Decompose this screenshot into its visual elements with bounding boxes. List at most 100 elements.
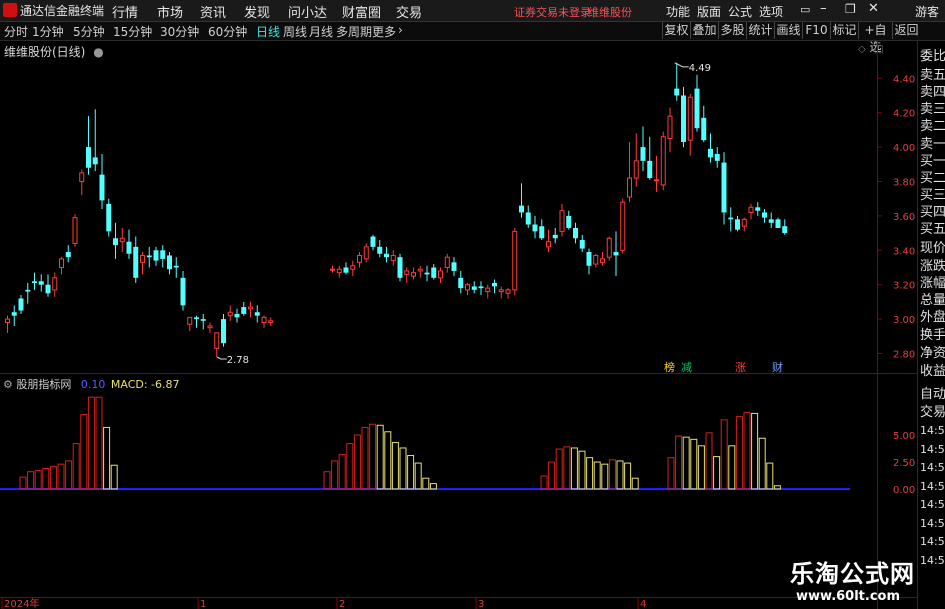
indicator-bar xyxy=(42,467,50,490)
candle-body xyxy=(173,265,179,268)
candle-body xyxy=(126,241,132,254)
kline-chart[interactable]: 4.40 4.20 4.00 3.80 3.60 3.40 3.20 3.00 2.80 5.00… xyxy=(0,0,945,609)
indicator-bar xyxy=(682,436,690,490)
quote-label: 买五 xyxy=(920,222,945,237)
price-tick-label: 4.00 xyxy=(893,143,915,154)
candle-body xyxy=(505,289,511,294)
candle-body xyxy=(194,317,199,320)
indicator-bar xyxy=(773,485,781,490)
candle-body xyxy=(667,115,673,139)
candle-body xyxy=(153,250,159,261)
indicator-bar xyxy=(697,445,705,490)
candle-body xyxy=(133,246,139,278)
indicator-bar xyxy=(720,419,728,490)
candle-body xyxy=(525,212,531,225)
indicator-bar xyxy=(346,443,354,490)
candle-body xyxy=(370,236,376,247)
candle-body xyxy=(532,224,538,232)
price-tick-label: 3.40 xyxy=(893,246,915,257)
candle-body xyxy=(18,298,24,311)
candle-body xyxy=(86,147,91,168)
indicator-bar xyxy=(667,457,675,490)
indicator-bar xyxy=(735,416,743,490)
candle-body xyxy=(234,313,240,318)
timeline-axis: 2024年 1 2 3 4 xyxy=(1,597,646,609)
indicator-bar xyxy=(369,423,377,490)
indicator-tick-label: 0.00 xyxy=(893,485,915,496)
indicator-settings-icon[interactable]: ⚙ xyxy=(3,378,13,391)
quote-label: 净资 xyxy=(920,346,945,361)
timeline-label: 2024年 xyxy=(4,597,39,609)
candle-body xyxy=(573,227,578,239)
timeline-label: 1 xyxy=(200,599,206,609)
indicator-bar xyxy=(624,462,632,490)
tag-finance[interactable]: 财 xyxy=(772,359,783,375)
candle-body xyxy=(438,270,443,279)
trade-label[interactable]: 自动 xyxy=(920,383,945,402)
candle-body xyxy=(613,252,619,256)
candle-body xyxy=(714,153,720,161)
candle-body xyxy=(11,312,17,316)
price-tick-label: 3.80 xyxy=(893,178,915,189)
quote-label: 现价 xyxy=(920,241,945,256)
indicator-name[interactable]: 股朋指标网 xyxy=(16,378,71,391)
candle-body xyxy=(552,234,558,239)
trade-time: 14:56 xyxy=(920,424,945,437)
candle-body xyxy=(248,306,253,310)
candle-body xyxy=(478,286,484,289)
candle-body xyxy=(241,307,247,314)
indicator-tick-label: 2.50 xyxy=(893,458,915,469)
indicator-bar xyxy=(34,470,42,490)
indicator-bar xyxy=(57,463,65,490)
candle-body xyxy=(207,325,213,329)
indicator-bar xyxy=(728,445,736,490)
candles-group xyxy=(5,62,788,357)
candle-body xyxy=(5,318,10,324)
candle-body xyxy=(254,312,260,316)
tag-reduce[interactable]: 减 xyxy=(681,359,692,375)
indicator-bar xyxy=(601,463,609,490)
candle-body xyxy=(620,201,626,251)
candle-body xyxy=(268,320,274,324)
candle-body xyxy=(660,136,666,186)
indicator-bar xyxy=(555,448,563,490)
indicator-bar xyxy=(548,461,556,490)
candle-body xyxy=(167,255,172,270)
indicator-bar xyxy=(713,456,721,490)
candle-body xyxy=(755,207,761,211)
candle-body xyxy=(79,172,85,182)
indicator-bar xyxy=(586,457,594,490)
candle-body xyxy=(687,96,693,141)
candle-body xyxy=(741,218,747,227)
candle-body xyxy=(458,277,464,289)
candle-body xyxy=(343,267,349,273)
indicator-bar xyxy=(766,462,774,490)
candle-body xyxy=(119,237,125,243)
trade-time: 14:56 xyxy=(920,461,945,474)
candle-body xyxy=(38,281,44,285)
candle-body xyxy=(221,319,226,344)
trade-label[interactable]: 交易 xyxy=(920,401,945,420)
candle-body xyxy=(762,212,767,218)
indicator-bar xyxy=(391,442,399,490)
candle-body xyxy=(261,316,267,324)
indicator-bar xyxy=(49,465,57,490)
price-tick-label: 2.80 xyxy=(893,350,915,361)
candle-body xyxy=(539,226,545,239)
candle-body xyxy=(701,117,707,141)
candle-body xyxy=(200,319,206,321)
price-tick-label: 4.40 xyxy=(893,74,915,85)
low-annotation-arrow xyxy=(216,356,227,360)
candle-body xyxy=(600,258,605,263)
indicator-bar xyxy=(384,431,392,490)
candle-body xyxy=(227,311,233,317)
candle-body xyxy=(397,257,403,278)
candle-body xyxy=(160,250,166,259)
candle-body xyxy=(647,160,653,179)
tag-rise[interactable]: 涨 xyxy=(735,359,746,375)
quote-label: 委比 xyxy=(920,49,945,64)
candle-body xyxy=(52,277,58,291)
price-annotations: 4.49 2.78 xyxy=(216,62,711,366)
indicator-bar xyxy=(758,437,766,490)
tag-list-board[interactable]: 榜 xyxy=(664,359,675,375)
